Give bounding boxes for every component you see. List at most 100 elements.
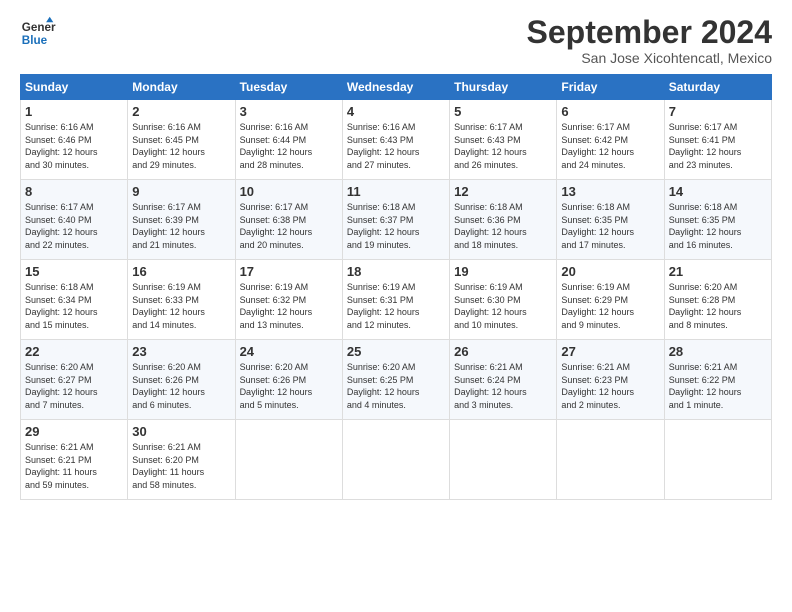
day-info: Sunrise: 6:16 AMSunset: 6:43 PMDaylight:… <box>347 121 445 171</box>
calendar-cell: 2Sunrise: 6:16 AMSunset: 6:45 PMDaylight… <box>128 100 235 180</box>
calendar-cell: 5 Sunrise: 6:17 AMSunset: 6:43 PMDaylight… <box>450 100 557 180</box>
day-number: 23 <box>132 344 230 359</box>
day-number: 1 <box>25 104 123 119</box>
day-info: Sunrise: 6:20 AMSunset: 6:28 PMDaylight:… <box>669 281 767 331</box>
day-number: 18 <box>347 264 445 279</box>
calendar-cell: 25 Sunrise: 6:20 AMSunset: 6:25 PMDayligh… <box>342 340 449 420</box>
calendar-cell: 13 Sunrise: 6:18 AMSunset: 6:35 PMDayligh… <box>557 180 664 260</box>
calendar-week-3: 15 Sunrise: 6:18 AMSunset: 6:34 PMDayligh… <box>21 260 772 340</box>
calendar-table: Sunday Monday Tuesday Wednesday Thursday… <box>20 74 772 500</box>
location: San Jose Xicohtencatl, Mexico <box>527 50 772 66</box>
day-info: Sunrise: 6:19 AMSunset: 6:32 PMDaylight:… <box>240 281 338 331</box>
calendar-cell: 26 Sunrise: 6:21 AMSunset: 6:24 PMDayligh… <box>450 340 557 420</box>
col-friday: Friday <box>557 75 664 100</box>
day-number: 5 <box>454 104 552 119</box>
month-title: September 2024 <box>527 15 772 50</box>
day-info: Sunrise: 6:20 AMSunset: 6:26 PMDaylight:… <box>240 361 338 411</box>
day-info: Sunrise: 6:20 AMSunset: 6:26 PMDaylight:… <box>132 361 230 411</box>
calendar-cell: 30Sunrise: 6:21 AMSunset: 6:20 PMDayligh… <box>128 420 235 500</box>
day-info: Sunrise: 6:19 AMSunset: 6:31 PMDaylight:… <box>347 281 445 331</box>
col-saturday: Saturday <box>664 75 771 100</box>
calendar-cell <box>342 420 449 500</box>
day-info: Sunrise: 6:19 AMSunset: 6:30 PMDaylight:… <box>454 281 552 331</box>
title-block: September 2024 San Jose Xicohtencatl, Me… <box>527 15 772 66</box>
day-info: Sunrise: 6:17 AMSunset: 6:40 PMDaylight:… <box>25 201 123 251</box>
calendar-cell: 18 Sunrise: 6:19 AMSunset: 6:31 PMDayligh… <box>342 260 449 340</box>
day-number: 12 <box>454 184 552 199</box>
day-info: Sunrise: 6:20 AMSunset: 6:27 PMDaylight:… <box>25 361 123 411</box>
calendar-cell: 28 Sunrise: 6:21 AMSunset: 6:22 PMDayligh… <box>664 340 771 420</box>
calendar-cell: 21 Sunrise: 6:20 AMSunset: 6:28 PMDayligh… <box>664 260 771 340</box>
calendar-cell <box>235 420 342 500</box>
calendar-cell: 11 Sunrise: 6:18 AMSunset: 6:37 PMDayligh… <box>342 180 449 260</box>
day-info: Sunrise: 6:17 AMSunset: 6:41 PMDaylight:… <box>669 121 767 171</box>
day-number: 16 <box>132 264 230 279</box>
svg-text:Blue: Blue <box>22 34 48 47</box>
day-info: Sunrise: 6:16 AMSunset: 6:46 PMDaylight:… <box>25 121 123 171</box>
day-info: Sunrise: 6:17 AMSunset: 6:39 PMDaylight:… <box>132 201 230 251</box>
day-info: Sunrise: 6:20 AMSunset: 6:25 PMDaylight:… <box>347 361 445 411</box>
calendar-cell: 8Sunrise: 6:17 AMSunset: 6:40 PMDaylight… <box>21 180 128 260</box>
calendar-cell: 24Sunrise: 6:20 AMSunset: 6:26 PMDayligh… <box>235 340 342 420</box>
logo-icon: General Blue <box>20 15 56 51</box>
calendar-cell <box>450 420 557 500</box>
svg-text:General: General <box>22 21 56 34</box>
day-info: Sunrise: 6:19 AMSunset: 6:33 PMDaylight:… <box>132 281 230 331</box>
day-number: 14 <box>669 184 767 199</box>
page: General Blue September 2024 San Jose Xic… <box>0 0 792 612</box>
day-info: Sunrise: 6:18 AMSunset: 6:36 PMDaylight:… <box>454 201 552 251</box>
calendar-cell: 1 Sunrise: 6:16 AMSunset: 6:46 PMDaylight… <box>21 100 128 180</box>
calendar-cell: 20 Sunrise: 6:19 AMSunset: 6:29 PMDayligh… <box>557 260 664 340</box>
day-number: 2 <box>132 104 230 119</box>
day-info: Sunrise: 6:17 AMSunset: 6:43 PMDaylight:… <box>454 121 552 171</box>
calendar-cell: 7Sunrise: 6:17 AMSunset: 6:41 PMDaylight… <box>664 100 771 180</box>
day-number: 25 <box>347 344 445 359</box>
calendar-week-5: 29Sunrise: 6:21 AMSunset: 6:21 PMDayligh… <box>21 420 772 500</box>
calendar-cell: 6 Sunrise: 6:17 AMSunset: 6:42 PMDaylight… <box>557 100 664 180</box>
day-info: Sunrise: 6:18 AMSunset: 6:35 PMDaylight:… <box>561 201 659 251</box>
day-info: Sunrise: 6:19 AMSunset: 6:29 PMDaylight:… <box>561 281 659 331</box>
calendar-cell: 27 Sunrise: 6:21 AMSunset: 6:23 PMDayligh… <box>557 340 664 420</box>
day-info: Sunrise: 6:21 AMSunset: 6:20 PMDaylight:… <box>132 441 230 491</box>
day-info: Sunrise: 6:18 AMSunset: 6:34 PMDaylight:… <box>25 281 123 331</box>
col-sunday: Sunday <box>21 75 128 100</box>
calendar-cell <box>664 420 771 500</box>
day-info: Sunrise: 6:21 AMSunset: 6:24 PMDaylight:… <box>454 361 552 411</box>
calendar-cell: 15 Sunrise: 6:18 AMSunset: 6:34 PMDayligh… <box>21 260 128 340</box>
day-number: 26 <box>454 344 552 359</box>
day-number: 6 <box>561 104 659 119</box>
calendar-week-2: 8Sunrise: 6:17 AMSunset: 6:40 PMDaylight… <box>21 180 772 260</box>
col-tuesday: Tuesday <box>235 75 342 100</box>
calendar-cell: 17 Sunrise: 6:19 AMSunset: 6:32 PMDayligh… <box>235 260 342 340</box>
calendar-cell: 29Sunrise: 6:21 AMSunset: 6:21 PMDayligh… <box>21 420 128 500</box>
day-number: 28 <box>669 344 767 359</box>
day-number: 10 <box>240 184 338 199</box>
calendar-cell: 4Sunrise: 6:16 AMSunset: 6:43 PMDaylight… <box>342 100 449 180</box>
day-number: 11 <box>347 184 445 199</box>
day-number: 21 <box>669 264 767 279</box>
day-number: 22 <box>25 344 123 359</box>
calendar-cell: 16 Sunrise: 6:19 AMSunset: 6:33 PMDayligh… <box>128 260 235 340</box>
day-number: 20 <box>561 264 659 279</box>
day-number: 19 <box>454 264 552 279</box>
day-number: 17 <box>240 264 338 279</box>
col-wednesday: Wednesday <box>342 75 449 100</box>
day-number: 13 <box>561 184 659 199</box>
calendar-cell: 14Sunrise: 6:18 AMSunset: 6:35 PMDayligh… <box>664 180 771 260</box>
calendar-cell <box>557 420 664 500</box>
day-info: Sunrise: 6:17 AMSunset: 6:42 PMDaylight:… <box>561 121 659 171</box>
col-monday: Monday <box>128 75 235 100</box>
day-info: Sunrise: 6:21 AMSunset: 6:22 PMDaylight:… <box>669 361 767 411</box>
day-number: 15 <box>25 264 123 279</box>
day-number: 9 <box>132 184 230 199</box>
calendar-cell: 19 Sunrise: 6:19 AMSunset: 6:30 PMDayligh… <box>450 260 557 340</box>
calendar-cell: 3Sunrise: 6:16 AMSunset: 6:44 PMDaylight… <box>235 100 342 180</box>
day-info: Sunrise: 6:21 AMSunset: 6:23 PMDaylight:… <box>561 361 659 411</box>
calendar-week-1: 1 Sunrise: 6:16 AMSunset: 6:46 PMDaylight… <box>21 100 772 180</box>
header-row: Sunday Monday Tuesday Wednesday Thursday… <box>21 75 772 100</box>
day-info: Sunrise: 6:16 AMSunset: 6:44 PMDaylight:… <box>240 121 338 171</box>
calendar-cell: 9 Sunrise: 6:17 AMSunset: 6:39 PMDaylight… <box>128 180 235 260</box>
day-number: 27 <box>561 344 659 359</box>
day-info: Sunrise: 6:18 AMSunset: 6:37 PMDaylight:… <box>347 201 445 251</box>
header: General Blue September 2024 San Jose Xic… <box>20 15 772 66</box>
